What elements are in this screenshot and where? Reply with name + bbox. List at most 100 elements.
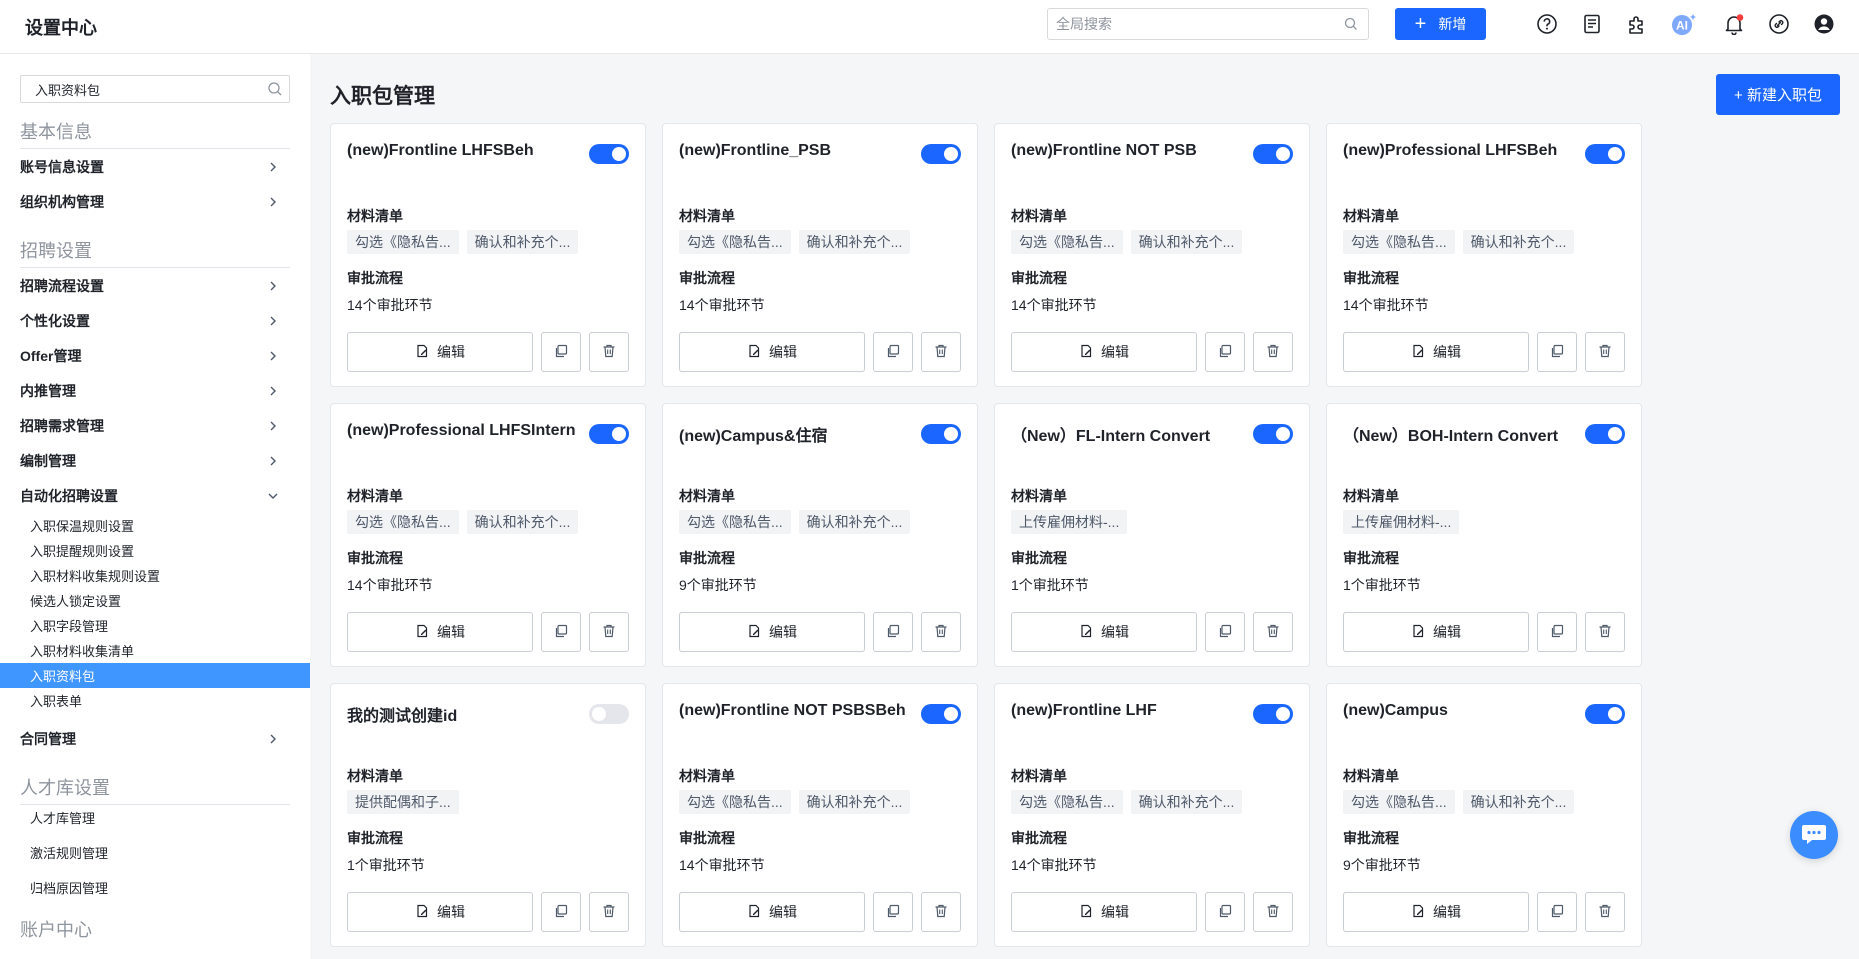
edit-button[interactable]: 编辑 (1011, 612, 1197, 652)
delete-button[interactable] (589, 892, 629, 932)
sidebar-subitem[interactable]: 人才库管理 (0, 805, 310, 830)
edit-button[interactable]: 编辑 (1343, 612, 1529, 652)
card-title[interactable]: (new)Frontline LHF (1011, 702, 1241, 720)
copy-button[interactable] (873, 892, 913, 932)
enable-toggle[interactable] (1585, 424, 1625, 444)
delete-button[interactable] (589, 612, 629, 652)
enable-toggle[interactable] (921, 144, 961, 164)
sidebar-search[interactable] (20, 75, 290, 103)
sidebar-subitem[interactable]: 入职字段管理 (0, 613, 310, 638)
enable-toggle[interactable] (589, 424, 629, 444)
edit-button[interactable]: 编辑 (1343, 332, 1529, 372)
edit-button[interactable]: 编辑 (347, 332, 533, 372)
sidebar-item-automation[interactable]: 自动化招聘设置 (0, 480, 310, 512)
enable-toggle[interactable] (1253, 704, 1293, 724)
edit-button[interactable]: 编辑 (679, 892, 865, 932)
edit-button[interactable]: 编辑 (347, 892, 533, 932)
card-title[interactable]: (new)Professional LHFSIntern (347, 422, 577, 440)
material-tag: 确认和补充个... (1130, 230, 1243, 254)
copy-button[interactable] (541, 892, 581, 932)
sidebar-item-headcount[interactable]: 编制管理 (0, 445, 310, 477)
copy-button[interactable] (873, 332, 913, 372)
delete-button[interactable] (921, 612, 961, 652)
new-package-button[interactable]: + 新建入职包 (1716, 74, 1840, 115)
copy-button[interactable] (1205, 332, 1245, 372)
edit-button[interactable]: 编辑 (1011, 332, 1197, 372)
sidebar-subitem[interactable]: 归档原因管理 (0, 875, 310, 900)
chat-support-button[interactable] (1790, 811, 1838, 859)
sidebar-subitem[interactable]: 入职保温规则设置 (0, 513, 310, 538)
copy-button[interactable] (1205, 892, 1245, 932)
edit-button[interactable]: 编辑 (679, 332, 865, 372)
delete-button[interactable] (1253, 332, 1293, 372)
add-button[interactable]: + 新增 (1395, 8, 1486, 40)
approval-label: 审批流程 (1011, 270, 1067, 286)
sidebar-subitem[interactable]: 候选人锁定设置 (0, 588, 310, 613)
user-avatar-icon[interactable] (1812, 12, 1836, 36)
delete-button[interactable] (921, 892, 961, 932)
card-title[interactable]: (new)Frontline NOT PSB (1011, 142, 1241, 160)
copy-button[interactable] (1537, 892, 1577, 932)
enable-toggle[interactable] (1253, 424, 1293, 444)
sidebar-subitem-active[interactable]: 入职资料包 (0, 663, 310, 688)
sidebar-item-referral[interactable]: 内推管理 (0, 375, 310, 407)
copy-button[interactable] (1537, 612, 1577, 652)
card-title[interactable]: (new)Frontline LHFSBeh (347, 142, 577, 160)
edit-button[interactable]: 编辑 (1343, 892, 1529, 932)
sidebar-item-personal[interactable]: 个性化设置 (0, 305, 310, 337)
delete-button[interactable] (1253, 612, 1293, 652)
sidebar-item-account[interactable]: 账号信息设置 (0, 151, 310, 183)
enable-toggle[interactable] (921, 424, 961, 444)
copy-button[interactable] (1205, 612, 1245, 652)
delete-button[interactable] (1253, 892, 1293, 932)
copy-button[interactable] (541, 612, 581, 652)
sidebar-item-demand[interactable]: 招聘需求管理 (0, 410, 310, 442)
sidebar-item-flow[interactable]: 招聘流程设置 (0, 270, 310, 302)
delete-button[interactable] (1585, 612, 1625, 652)
sidebar-item-offer[interactable]: Offer管理 (0, 340, 310, 372)
link-icon[interactable] (1767, 12, 1791, 36)
card-title[interactable]: （New）BOH-Intern Convert (1343, 422, 1573, 446)
copy-button[interactable] (1537, 332, 1577, 372)
card-title[interactable]: 我的测试创建id (347, 702, 577, 726)
delete-button[interactable] (1585, 332, 1625, 372)
notification-bell-icon[interactable] (1722, 12, 1746, 36)
search-icon[interactable] (267, 81, 283, 100)
sidebar-subitem[interactable]: 激活规则管理 (0, 840, 310, 865)
enable-toggle[interactable] (589, 704, 629, 724)
enable-toggle[interactable] (589, 144, 629, 164)
sidebar-subitem[interactable]: 入职提醒规则设置 (0, 538, 310, 563)
enable-toggle[interactable] (1585, 704, 1625, 724)
search-icon[interactable] (1344, 17, 1358, 34)
card-title[interactable]: (new)Campus (1343, 702, 1573, 720)
sidebar-subitem[interactable]: 入职表单 (0, 688, 310, 713)
sidebar-item-org[interactable]: 组织机构管理 (0, 186, 310, 218)
edit-button[interactable]: 编辑 (679, 612, 865, 652)
card-title[interactable]: (new)Frontline NOT PSBSBeh (679, 702, 909, 720)
copy-button[interactable] (541, 332, 581, 372)
delete-button[interactable] (1585, 892, 1625, 932)
sidebar-search-input[interactable] (21, 76, 251, 102)
sidebar-subitem[interactable]: 入职材料收集规则设置 (0, 563, 310, 588)
enable-toggle[interactable] (1253, 144, 1293, 164)
ai-assistant-icon[interactable]: AI (1670, 12, 1698, 36)
sidebar-subitem[interactable]: 入职材料收集清单 (0, 638, 310, 663)
card-title[interactable]: (new)Professional LHFSBeh (1343, 142, 1573, 160)
delete-button[interactable] (921, 332, 961, 372)
approval-count: 14个审批环节 (1343, 297, 1429, 313)
help-icon[interactable] (1535, 12, 1559, 36)
global-search[interactable] (1047, 8, 1369, 40)
enable-toggle[interactable] (921, 704, 961, 724)
delete-button[interactable] (589, 332, 629, 372)
edit-button[interactable]: 编辑 (347, 612, 533, 652)
enable-toggle[interactable] (1585, 144, 1625, 164)
card-title[interactable]: (new)Campus&住宿 (679, 422, 909, 446)
card-title[interactable]: （New）FL-Intern Convert (1011, 422, 1241, 446)
plugin-icon[interactable] (1625, 12, 1649, 36)
document-icon[interactable] (1580, 12, 1604, 36)
global-search-input[interactable] (1048, 9, 1328, 39)
sidebar-item-contract[interactable]: 合同管理 (0, 723, 310, 755)
edit-button[interactable]: 编辑 (1011, 892, 1197, 932)
copy-button[interactable] (873, 612, 913, 652)
card-title[interactable]: (new)Frontline_PSB (679, 142, 909, 160)
